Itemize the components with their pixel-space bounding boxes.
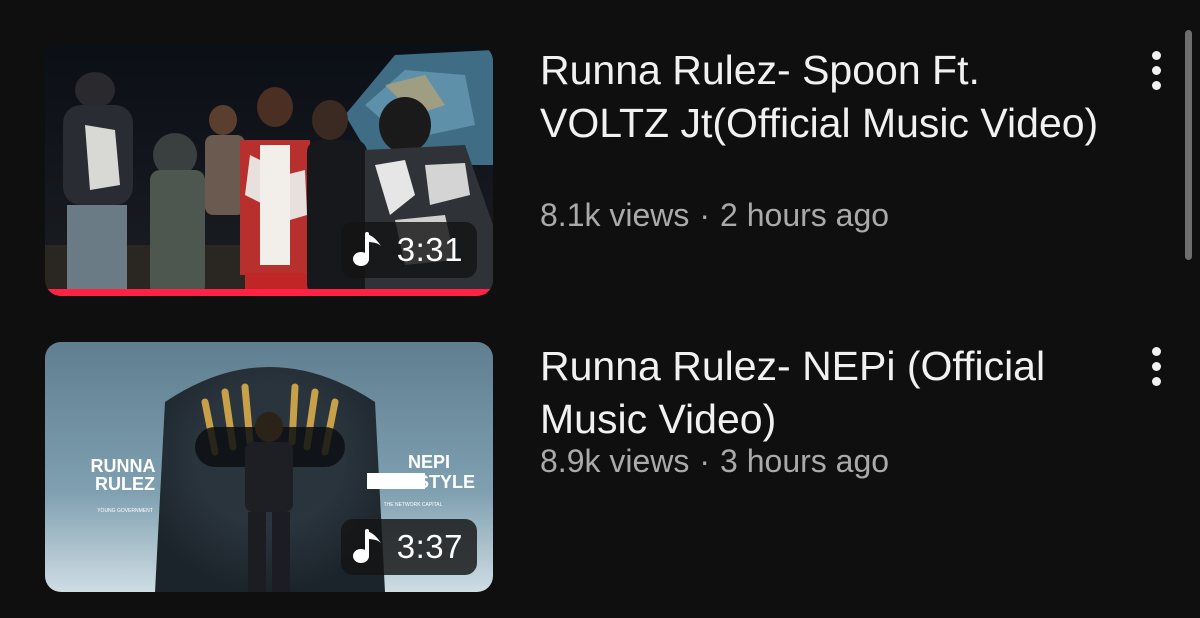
thumb-song-sub: THE NETWORK CAPITAL	[384, 502, 443, 508]
more-vert-icon[interactable]	[1138, 342, 1174, 390]
thumb-artist-line1: RUNNA	[91, 456, 156, 476]
duration-badge: 3:31	[340, 222, 477, 278]
watched-progress-bar	[45, 289, 493, 296]
video-thumbnail[interactable]: 3:31	[45, 45, 493, 296]
music-note-icon	[352, 529, 381, 563]
upload-age: 2 hours ago	[720, 197, 890, 233]
video-metadata: 8.1k views · 2 hours ago	[540, 197, 889, 234]
video-item[interactable]: 3:31 Runna Rulez- Spoon Ft. VOLTZ Jt(Off…	[0, 0, 1200, 310]
duration-text: 3:31	[396, 231, 463, 268]
thumb-song-line2: STYLE	[417, 472, 475, 492]
video-metadata: 8.9k views · 3 hours ago	[540, 443, 889, 480]
duration-text: 3:37	[396, 528, 463, 565]
view-count: 8.1k views	[540, 197, 690, 233]
thumb-song-line1: NEPI	[408, 452, 450, 472]
view-count: 8.9k views	[540, 443, 690, 479]
music-note-icon	[352, 232, 381, 266]
thumb-artist-sub: YOUNG GOVERNMENT	[97, 508, 153, 514]
more-vert-icon[interactable]	[1138, 46, 1174, 94]
scrollbar[interactable]	[1185, 30, 1192, 260]
thumb-artist-line2: RULEZ	[95, 474, 155, 494]
meta-separator: ·	[699, 197, 711, 233]
video-thumbnail[interactable]: RUNNA RULEZ YOUNG GOVERNMENT NEPI STYLE …	[45, 342, 493, 592]
duration-badge: 3:37	[340, 519, 477, 575]
upload-age: 3 hours ago	[720, 443, 890, 479]
video-title[interactable]: Runna Rulez- NEPi (Official Music Video)	[540, 340, 1100, 446]
meta-separator: ·	[699, 443, 711, 479]
video-title[interactable]: Runna Rulez- Spoon Ft. VOLTZ Jt(Official…	[540, 44, 1100, 150]
video-item[interactable]: RUNNA RULEZ YOUNG GOVERNMENT NEPI STYLE …	[0, 310, 1200, 618]
